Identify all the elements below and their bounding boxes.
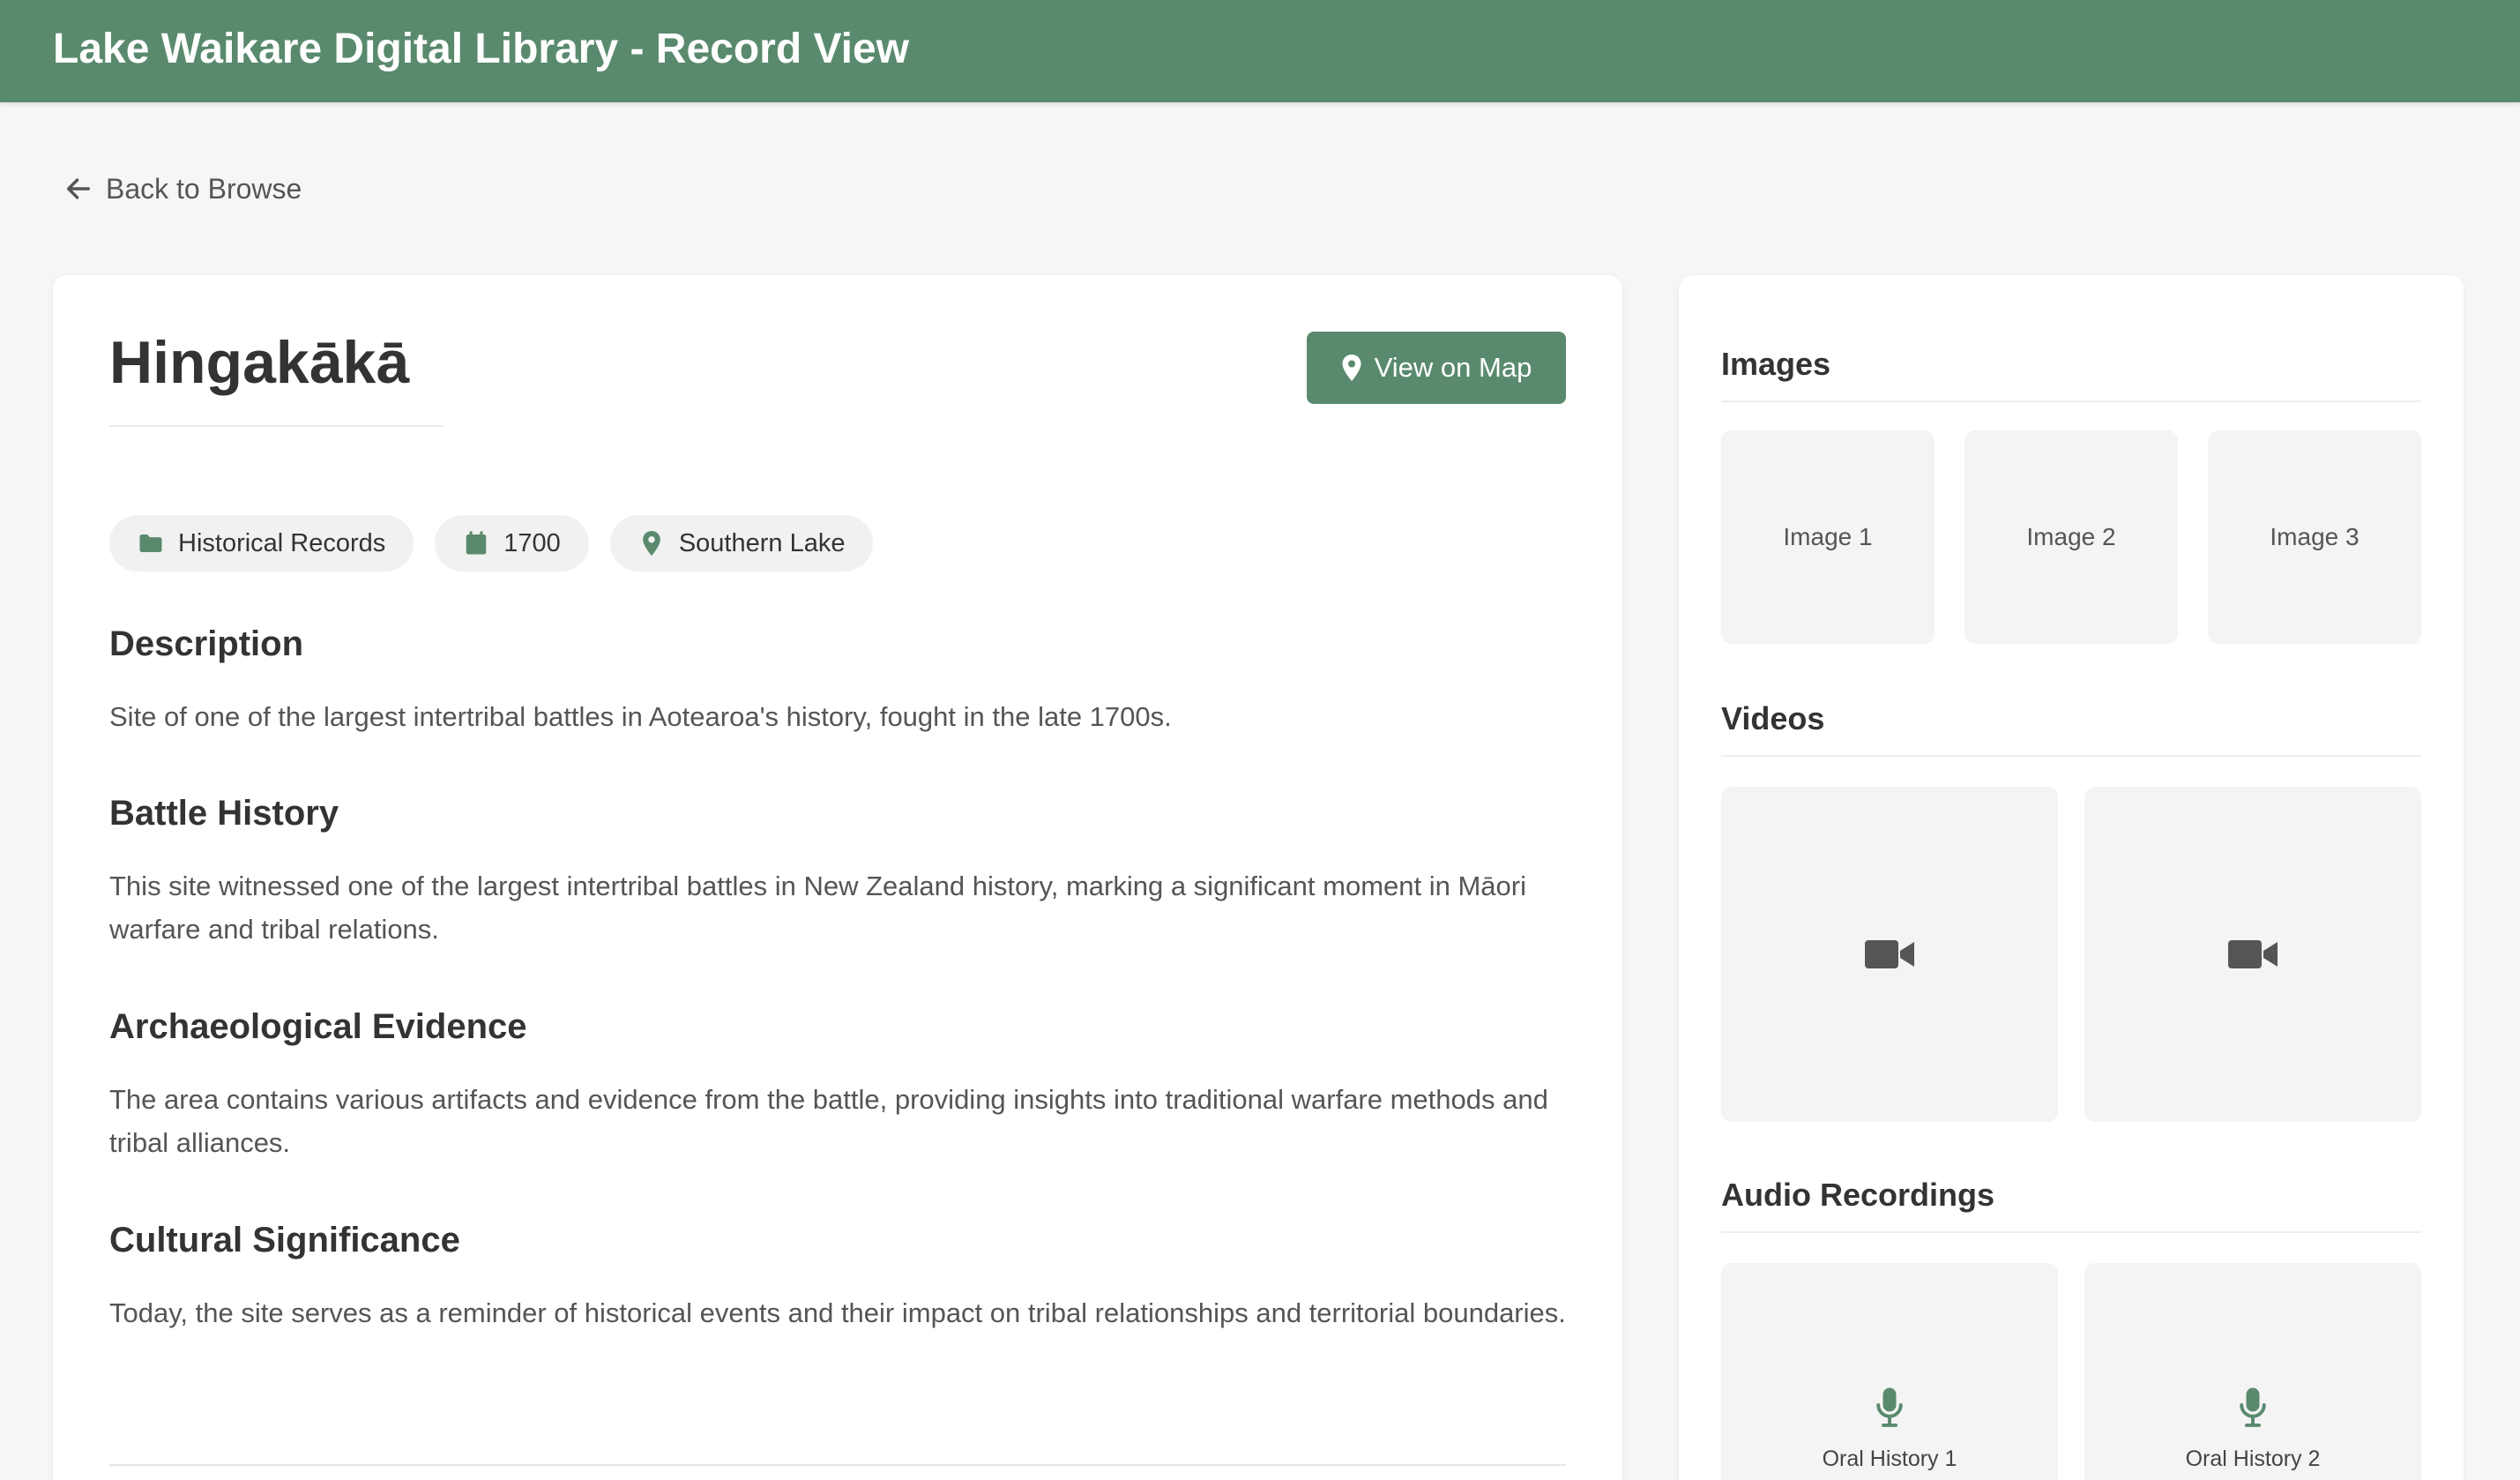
back-link-label: Back to Browse — [106, 172, 302, 205]
location-tag: Southern Lake — [609, 515, 874, 572]
videos-divider — [1721, 755, 2421, 757]
videos-heading: Videos — [1721, 700, 1825, 736]
images-heading: Images — [1721, 346, 1831, 382]
microphone-icon — [2240, 1387, 2266, 1427]
year-tag-label: 1700 — [503, 528, 561, 557]
audio-recording-label: Oral History 1 — [1822, 1446, 1957, 1471]
map-pin-icon — [1342, 355, 1361, 381]
year-tag: 1700 — [435, 515, 589, 572]
audio-divider — [1721, 1231, 2421, 1233]
back-to-browse-link[interactable]: Back to Browse — [63, 169, 302, 208]
category-tag-label: Historical Records — [178, 528, 386, 557]
cultural-significance-heading: Cultural Significance — [109, 1221, 460, 1259]
arrow-left-icon — [66, 178, 91, 199]
title-divider — [109, 425, 444, 427]
video-camera-icon — [2228, 940, 2278, 968]
media-sidebar: Images Image 1 Image 2 Image 3 Videos Au… — [1679, 275, 2464, 1480]
image-thumbnail[interactable]: Image 1 — [1721, 430, 1935, 644]
map-pin-icon — [642, 530, 660, 557]
image-thumbnail-label: Image 1 — [1783, 523, 1873, 550]
view-on-map-label: View on Map — [1374, 352, 1532, 383]
record-title: Hingakākā — [109, 329, 410, 396]
images-divider — [1721, 400, 2421, 402]
record-card: Hingakākā View on Map Historical Records… — [53, 275, 1622, 1480]
folder-icon — [139, 534, 162, 552]
video-thumbnail[interactable] — [1721, 787, 2058, 1122]
image-thumbnail-label: Image 3 — [2270, 523, 2360, 550]
calendar-icon — [466, 531, 487, 555]
record-tags: Historical Records 1700 Southern Lake — [109, 515, 874, 572]
category-tag: Historical Records — [109, 515, 414, 572]
location-tag-label: Southern Lake — [678, 528, 846, 557]
cultural-significance-text: Today, the site serves as a reminder of … — [109, 1297, 1566, 1328]
app-title: Lake Waikare Digital Library - Record Vi… — [53, 26, 910, 72]
description-text: Site of one of the largest intertribal b… — [109, 701, 1172, 732]
audio-recording-item[interactable]: Oral History 2 — [2084, 1263, 2421, 1480]
view-on-map-button[interactable]: View on Map — [1307, 332, 1566, 404]
microphone-icon — [1876, 1387, 1903, 1427]
audio-recording-item[interactable]: Oral History 1 — [1721, 1263, 2058, 1480]
battle-history-text: This site witnessed one of the largest i… — [109, 871, 1526, 945]
image-thumbnail-label: Image 2 — [2026, 523, 2116, 550]
video-thumbnail[interactable] — [2084, 787, 2421, 1122]
archaeological-evidence-text: The area contains various artifacts and … — [109, 1084, 1548, 1158]
image-thumbnail[interactable]: Image 3 — [2208, 430, 2421, 644]
audio-recording-label: Oral History 2 — [2185, 1446, 2321, 1471]
battle-history-heading: Battle History — [109, 794, 339, 833]
app-header: Lake Waikare Digital Library - Record Vi… — [0, 0, 2520, 102]
audio-recordings-heading: Audio Recordings — [1721, 1177, 1995, 1213]
archaeological-evidence-heading: Archaeological Evidence — [109, 1007, 527, 1046]
image-thumbnail[interactable]: Image 2 — [1965, 430, 2178, 644]
video-camera-icon — [1865, 940, 1914, 968]
description-heading: Description — [109, 624, 304, 663]
content-divider — [109, 1464, 1566, 1466]
